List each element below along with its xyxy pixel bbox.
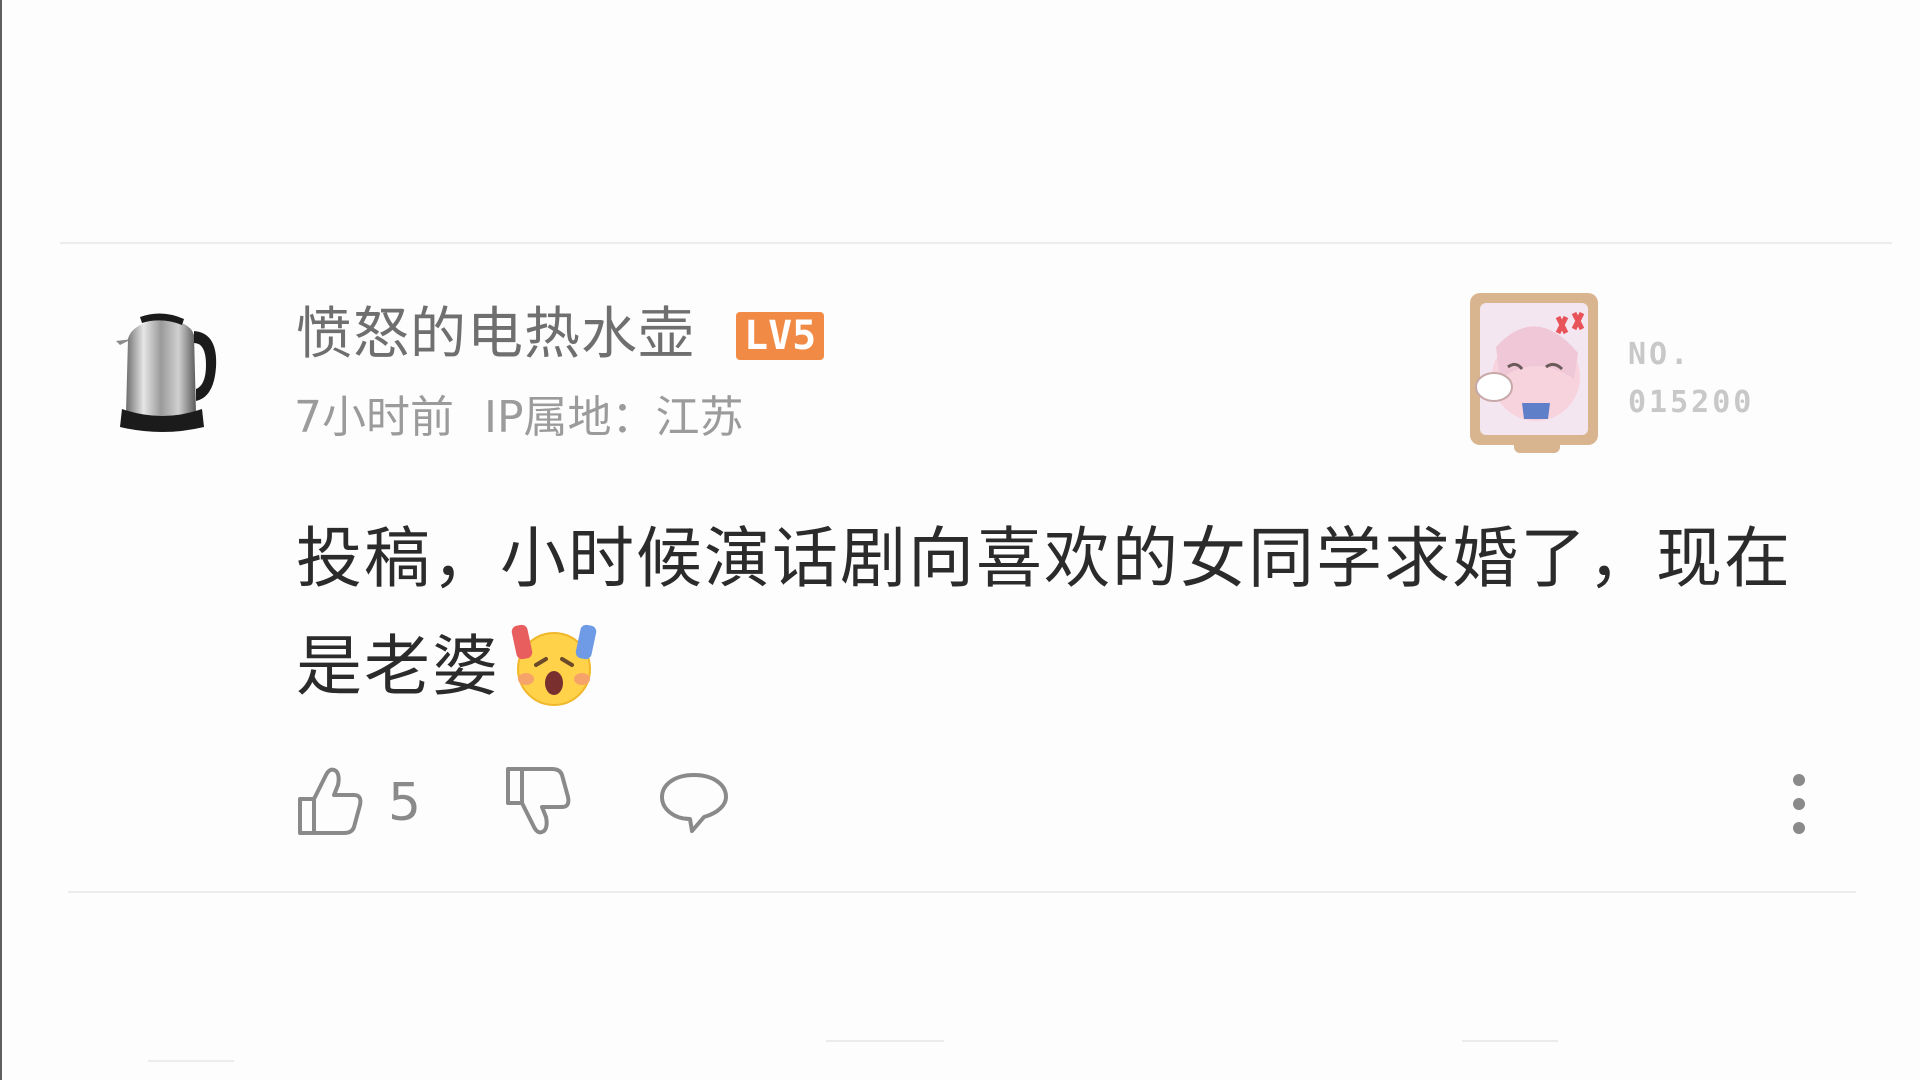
fan-badge-label: NO. xyxy=(1628,337,1692,372)
username[interactable]: 愤怒的电热水壶 xyxy=(296,300,695,370)
like-count: 5 xyxy=(388,773,422,833)
kettle-avatar-icon[interactable] xyxy=(110,305,222,435)
fan-badge-icon[interactable] xyxy=(1462,283,1612,455)
post-time: 7小时前 xyxy=(294,392,454,443)
reply-bubble-icon[interactable] xyxy=(658,769,730,835)
comment-divider-bottom xyxy=(68,891,1856,893)
thumbs-up-icon[interactable] xyxy=(296,765,364,837)
thumbs-down-icon[interactable] xyxy=(504,765,572,837)
faint-divider-right xyxy=(1462,1040,1558,1042)
level-badge: LV5 xyxy=(736,312,825,360)
ip-location: IP属地：江苏 xyxy=(484,392,744,443)
fan-badge-number: NO. 015200 xyxy=(1628,336,1754,422)
more-options-icon[interactable] xyxy=(1784,770,1814,838)
faint-divider-left xyxy=(148,1060,234,1062)
page: 愤怒的电热水壶 LV5 7小时前 IP属地：江苏 NO. 015200 投稿，小时… xyxy=(0,0,1920,1080)
comment-content: 投稿，小时候演话剧向喜欢的女同学求婚了，现在是老婆 xyxy=(296,505,1816,721)
fan-badge-serial: 015200 xyxy=(1628,385,1755,420)
crying-excited-emoji-icon xyxy=(511,624,597,706)
faint-divider-middle xyxy=(826,1040,944,1042)
comment-meta: 7小时前 IP属地：江苏 xyxy=(294,388,744,448)
